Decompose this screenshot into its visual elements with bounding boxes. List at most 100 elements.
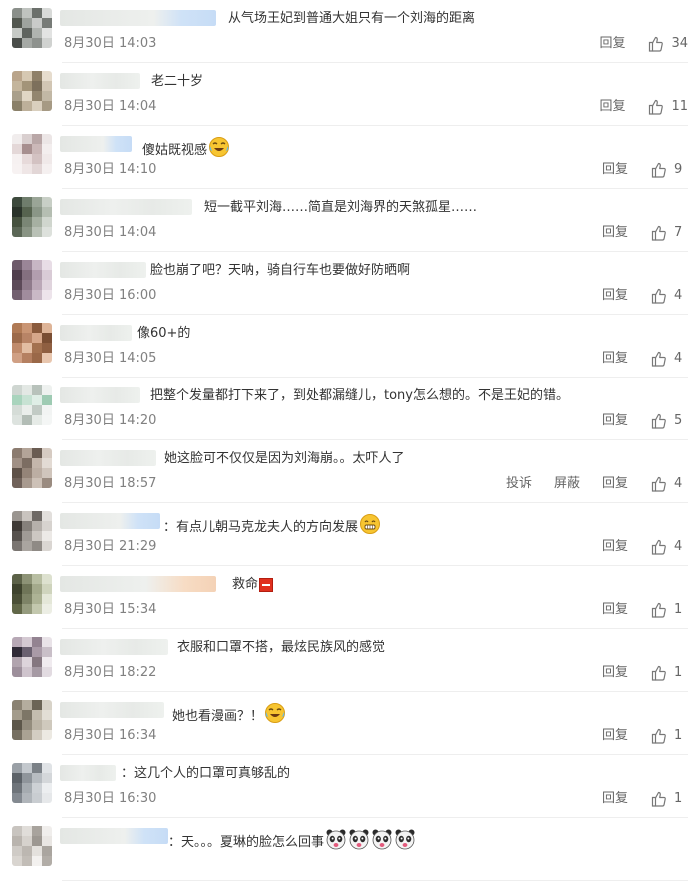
reply-button[interactable]: 回复 — [599, 98, 625, 116]
reply-button[interactable]: 回复 — [602, 161, 628, 179]
like-button[interactable]: 1 — [650, 601, 688, 619]
comment-text: 救命 — [232, 577, 259, 592]
comment-item: 衣服和口罩不搭，最炫民族风的感觉 8月30日 18:22 回复 1 — [0, 629, 698, 692]
comment-text: 脸也崩了吧？天呐，骑自行车也要做好防晒啊 — [150, 263, 411, 278]
comment-text: 老二十岁 — [151, 74, 204, 89]
avatar[interactable] — [12, 574, 52, 614]
comment-text-line: 像60+的 — [137, 325, 190, 343]
thumbs-up-icon — [647, 35, 671, 53]
comment-text: ：天。。。夏琳的脸怎么回事 — [168, 835, 325, 850]
report-button[interactable]: 投诉 — [506, 475, 532, 493]
comment-actions: 回复 4 — [602, 350, 688, 368]
avatar[interactable] — [12, 826, 52, 866]
like-button[interactable]: 9 — [650, 161, 688, 179]
username-blurred[interactable] — [60, 262, 146, 278]
username-blurred[interactable] — [60, 450, 156, 466]
reply-button[interactable]: 回复 — [602, 475, 628, 493]
comment-timestamp: 8月30日 15:34 — [64, 602, 157, 617]
like-count: 1 — [674, 791, 683, 806]
like-button[interactable]: 4 — [650, 287, 688, 305]
avatar[interactable] — [12, 511, 52, 551]
username-blurred[interactable] — [60, 765, 116, 781]
comment-text-line: 短一截平刘海……简直是刘海界的天煞孤星…… — [204, 199, 477, 217]
avatar[interactable] — [12, 260, 52, 300]
comment-text: 她这脸可不仅仅是因为刘海崩。。太吓人了 — [164, 451, 405, 466]
reply-button[interactable]: 回复 — [602, 601, 628, 619]
avatar[interactable] — [12, 763, 52, 803]
comment-actions: 回复 1 — [602, 664, 688, 682]
reply-button[interactable]: 回复 — [602, 727, 628, 745]
comment-timestamp: 8月30日 14:05 — [64, 351, 157, 366]
comment-item: 脸也崩了吧？天呐，骑自行车也要做好防晒啊 8月30日 16:00 回复 4 — [0, 252, 698, 315]
comment-item: 老二十岁 8月30日 14:04 回复 11 — [0, 63, 698, 126]
comment-item: 救命 8月30日 15:34 回复 1 — [0, 566, 698, 629]
username-blurred[interactable] — [60, 702, 164, 718]
comment-timestamp: 8月30日 16:34 — [64, 728, 157, 743]
comment-text-line: 老二十岁 — [151, 73, 203, 91]
thumbs-up-icon — [650, 601, 674, 619]
like-count: 1 — [674, 665, 683, 680]
red-badge-emoji-icon — [259, 578, 274, 598]
like-button[interactable]: 7 — [650, 224, 688, 242]
comment-item: 把整个发量都打下来了，到处都漏缝儿，tony怎么想的。不是王妃的错。 8月30日 … — [0, 377, 698, 440]
block-button[interactable]: 屏蔽 — [554, 475, 580, 493]
avatar[interactable] — [12, 197, 52, 237]
thumbs-up-icon — [650, 727, 674, 745]
reply-button[interactable]: 回复 — [602, 350, 628, 368]
like-count: 4 — [674, 539, 683, 554]
comment-text: 从气场王妃到普通大姐只有一个刘海的距离 — [228, 11, 476, 26]
like-button[interactable]: 4 — [650, 538, 688, 556]
comment-item: 她这脸可不仅仅是因为刘海崩。。太吓人了 8月30日 18:57 投诉 屏蔽 回复 4 — [0, 440, 698, 503]
reply-button[interactable]: 回复 — [602, 538, 628, 556]
avatar[interactable] — [12, 8, 52, 48]
like-button[interactable]: 1 — [650, 790, 688, 808]
reply-button[interactable]: 回复 — [602, 664, 628, 682]
comment-actions: 回复 1 — [602, 601, 688, 619]
like-button[interactable]: 11 — [647, 98, 688, 116]
like-count: 4 — [674, 288, 683, 303]
laugh-cry-emoji-icon — [264, 702, 286, 730]
username-blurred[interactable] — [60, 73, 140, 89]
comment-text-line: 她这脸可不仅仅是因为刘海崩。。太吓人了 — [164, 450, 405, 468]
reply-button[interactable]: 回复 — [599, 35, 625, 53]
comment-text: 短一截平刘海……简直是刘海界的天煞孤星…… — [204, 200, 478, 215]
username-blurred[interactable] — [60, 576, 216, 592]
username-blurred[interactable] — [60, 136, 132, 152]
avatar[interactable] — [12, 385, 52, 425]
comment-text: 傻姑既视感 — [142, 143, 208, 158]
like-button[interactable]: 4 — [650, 475, 688, 493]
comment-text-line: 她也看漫画？！ — [172, 702, 286, 730]
reply-button[interactable]: 回复 — [602, 287, 628, 305]
thumbs-up-icon — [650, 790, 674, 808]
username-blurred[interactable] — [60, 387, 140, 403]
username-blurred[interactable] — [60, 639, 168, 655]
like-button[interactable]: 4 — [650, 350, 688, 368]
comment-item: 像60+的 8月30日 14:05 回复 4 — [0, 315, 698, 378]
avatar[interactable] — [12, 323, 52, 363]
avatar[interactable] — [12, 134, 52, 174]
comment-actions: 回复 34 — [599, 35, 688, 53]
avatar[interactable] — [12, 700, 52, 740]
like-button[interactable]: 1 — [650, 664, 688, 682]
comment-timestamp: 8月30日 14:04 — [64, 225, 157, 240]
reply-button[interactable]: 回复 — [602, 790, 628, 808]
avatar[interactable] — [12, 448, 52, 488]
like-count: 5 — [674, 413, 683, 428]
like-count: 4 — [674, 476, 683, 491]
reply-button[interactable]: 回复 — [602, 412, 628, 430]
like-button[interactable]: 34 — [647, 35, 688, 53]
username-blurred[interactable] — [60, 199, 192, 215]
like-button[interactable]: 5 — [650, 412, 688, 430]
username-blurred[interactable] — [60, 828, 168, 844]
username-blurred[interactable] — [60, 513, 160, 529]
like-count: 9 — [674, 162, 683, 177]
like-button[interactable]: 1 — [650, 727, 688, 745]
comment-list: 从气场王妃到普通大姐只有一个刘海的距离 8月30日 14:03 回复 34 老二十岁 8月… — [0, 0, 698, 881]
comment-item: ：这几个人的口罩可真够乱的 8月30日 16:30 回复 1 — [0, 755, 698, 818]
username-blurred[interactable] — [60, 10, 216, 26]
like-count: 1 — [674, 602, 683, 617]
avatar[interactable] — [12, 637, 52, 677]
avatar[interactable] — [12, 71, 52, 111]
username-blurred[interactable] — [60, 325, 132, 341]
reply-button[interactable]: 回复 — [602, 224, 628, 242]
